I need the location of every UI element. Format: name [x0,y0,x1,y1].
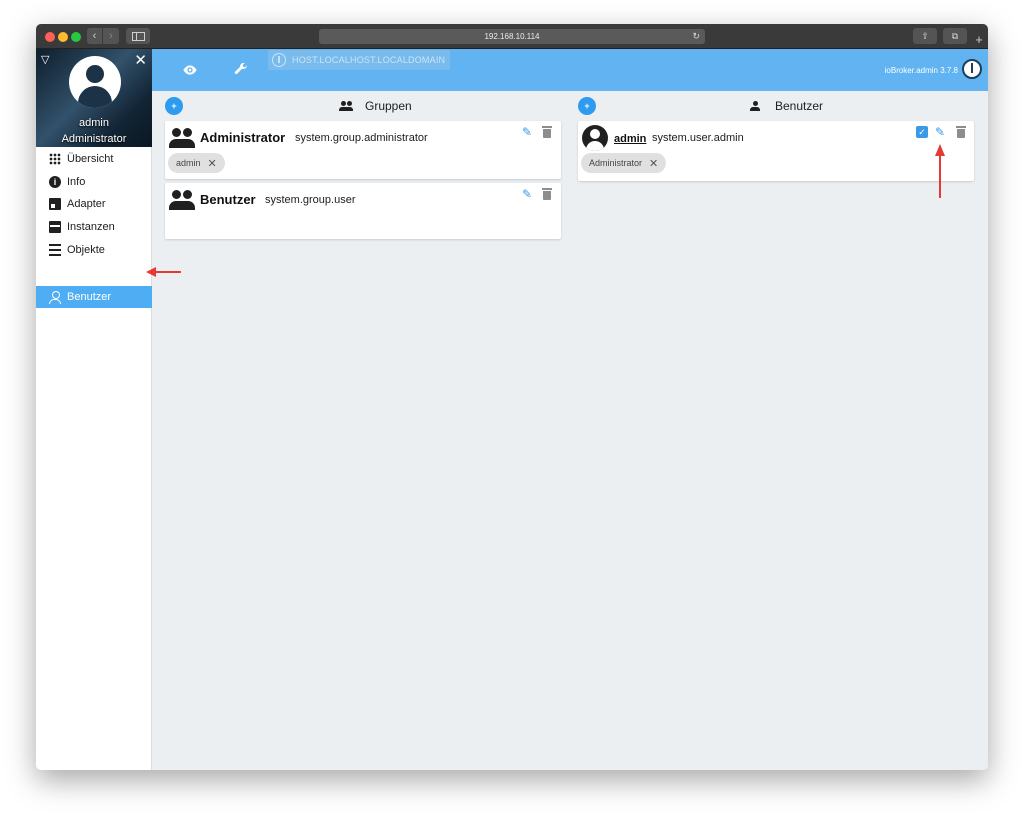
users-title-text: Benutzer [775,99,824,113]
user-card-admin: admin system.user.admin ✓ ✎ Administrato… [578,121,974,181]
user-name[interactable]: admin [614,133,646,145]
sidebar-item-label: Info [67,176,86,188]
list-icon [49,244,61,256]
instances-icon [49,221,61,233]
sidebar-item-instanzen[interactable]: Instanzen [36,216,152,238]
new-tab-button[interactable]: + [970,32,988,48]
close-icon[interactable]: ✕ [134,51,147,69]
window-maximize-button[interactable] [71,32,81,42]
group-card-administrator: Administrator system.group.administrator… [165,121,561,179]
eye-icon[interactable] [182,62,198,78]
delete-icon[interactable] [542,188,552,200]
url-text: 192.168.10.114 [484,32,540,41]
profile-user-role: Administrator [61,133,127,145]
share-icon[interactable]: ⇧ [913,28,937,44]
edit-icon[interactable]: ✎ [522,188,534,200]
user-avatar-icon [582,125,608,151]
group-icon [169,190,195,210]
group-card-benutzer: Benutzer system.group.user ✎ [165,183,561,239]
chip-remove-icon[interactable]: ✕ [208,157,217,170]
add-user-button[interactable]: + [578,97,596,115]
sidebar-toggle-icon[interactable] [126,28,150,44]
annotation-arrow-up-icon [935,144,945,198]
group-id: system.group.administrator [295,132,428,144]
member-chip: admin ✕ [168,153,225,173]
sidebar-item-label: Adapter [67,198,106,210]
browser-window: ‹ › 192.168.10.114 ↻ ⇧ ⧉ + ▽ ✕ admin Adm… [36,24,988,770]
top-app-bar: HOST.LOCALHOST.LOCALDOMAIN ioBroker.admi… [152,49,988,91]
add-group-button[interactable]: + [165,97,183,115]
sidebar-item-uebersicht[interactable]: Übersicht [36,148,152,170]
main-content: + Gruppen Administrator system.group.adm… [152,91,988,770]
window-minimize-button[interactable] [58,32,68,42]
host-name: HOST.LOCALHOST.LOCALDOMAIN [292,55,446,65]
store-icon [49,198,61,210]
window-close-button[interactable] [45,32,55,42]
edit-icon[interactable]: ✎ [935,126,947,138]
group-icon [339,101,355,111]
user-icon [750,101,760,111]
address-bar[interactable]: 192.168.10.114 ↻ [319,29,705,44]
forward-button[interactable]: › [103,28,119,44]
reload-icon[interactable]: ↻ [692,29,700,44]
edit-icon[interactable]: ✎ [522,126,534,138]
triangle-menu-icon[interactable]: ▽ [41,53,49,66]
group-chip: Administrator ✕ [581,153,667,173]
chip-remove-icon[interactable]: ✕ [649,157,658,170]
iobroker-admin-app: ▽ ✕ admin Administrator Übersicht i Info… [36,49,988,770]
users-panel-title: Benutzer [750,99,823,113]
tabs-icon[interactable]: ⧉ [943,28,967,44]
enabled-checkbox[interactable]: ✓ [916,126,928,138]
user-id: system.user.admin [652,132,744,144]
iobroker-small-logo-icon [272,53,286,67]
profile-user-name: admin [79,117,109,129]
group-id: system.group.user [265,194,356,206]
sidebar: ▽ ✕ admin Administrator Übersicht i Info… [36,49,152,770]
browser-titlebar: ‹ › 192.168.10.114 ↻ ⇧ ⧉ + [36,24,988,49]
sidebar-item-benutzer[interactable]: Benutzer [36,286,152,308]
annotation-arrow-left-icon [146,267,181,277]
sidebar-item-info[interactable]: i Info [36,171,152,193]
sidebar-item-label: Übersicht [67,153,114,165]
sidebar-item-label: Objekte [67,244,105,256]
member-chip-label: admin [176,158,201,168]
sidebar-item-label: Benutzer [67,291,112,303]
group-name: Benutzer [200,192,256,207]
back-button[interactable]: ‹ [87,28,103,44]
grid-icon [49,153,61,165]
sidebar-item-label: Instanzen [67,221,115,233]
delete-icon[interactable] [956,126,966,138]
info-icon: i [49,176,61,188]
profile-header: ▽ ✕ admin Administrator [36,49,152,147]
delete-icon[interactable] [542,126,552,138]
group-chip-label: Administrator [589,158,643,168]
group-name: Administrator [200,130,286,145]
group-icon [169,128,195,148]
sidebar-item-objekte[interactable]: Objekte [36,239,152,261]
groups-panel-title: Gruppen [339,99,412,113]
nav-buttons: ‹ › [87,28,119,44]
host-selector[interactable]: HOST.LOCALHOST.LOCALDOMAIN [268,50,450,70]
wrench-icon[interactable] [233,61,249,77]
groups-title-text: Gruppen [365,99,412,113]
user-icon [49,291,61,304]
iobroker-logo-icon [962,59,982,79]
version-label: ioBroker.admin 3.7.8 [884,66,958,75]
sidebar-item-adapter[interactable]: Adapter [36,193,152,215]
avatar [69,56,121,108]
